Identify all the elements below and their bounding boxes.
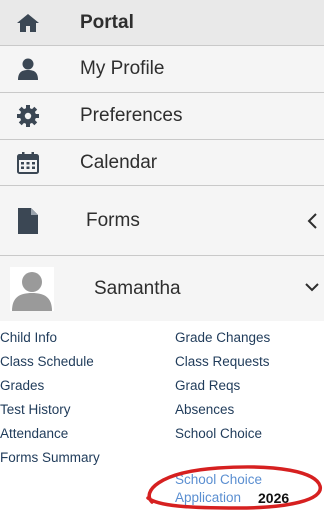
link-grad-reqs[interactable]: Grad Reqs (175, 378, 240, 394)
nav-item-student-samantha[interactable]: Samantha (0, 256, 324, 321)
link-forms-summary[interactable]: Forms Summary (0, 450, 100, 466)
link-school-choice[interactable]: School Choice (175, 426, 262, 442)
avatar-icon (10, 266, 54, 311)
chevron-left-icon[interactable] (306, 212, 320, 230)
student-links-panel: Child Info Class Schedule Grades Test Hi… (0, 321, 324, 510)
link-grades[interactable]: Grades (0, 378, 44, 394)
nav-item-preferences[interactable]: Preferences (0, 93, 324, 140)
link-attendance[interactable]: Attendance (0, 426, 68, 442)
user-icon (14, 55, 42, 83)
link-class-schedule[interactable]: Class Schedule (0, 354, 94, 370)
application-year-label: 2026 (258, 490, 290, 506)
link-absences[interactable]: Absences (175, 402, 234, 418)
calendar-icon (14, 149, 42, 177)
link-class-requests[interactable]: Class Requests (175, 354, 270, 370)
nav-item-forms[interactable]: Forms (0, 186, 324, 256)
nav-label: Forms (86, 209, 140, 231)
link-school-choice-application-line1[interactable]: School Choice (175, 472, 262, 488)
chevron-down-icon[interactable] (304, 280, 320, 298)
link-grade-changes[interactable]: Grade Changes (175, 330, 270, 346)
nav-label: Samantha (94, 277, 181, 299)
file-icon (14, 207, 42, 235)
nav-item-portal[interactable]: Portal (0, 0, 324, 46)
link-school-choice-application-line2[interactable]: Application (175, 490, 241, 506)
gear-icon (14, 102, 42, 130)
link-child-info[interactable]: Child Info (0, 330, 57, 346)
nav-item-calendar[interactable]: Calendar (0, 140, 324, 186)
nav-label: My Profile (80, 58, 165, 79)
nav-label: Portal (80, 11, 134, 33)
home-icon (14, 9, 42, 37)
nav-label: Preferences (80, 105, 183, 126)
link-test-history[interactable]: Test History (0, 402, 71, 418)
nav-item-my-profile[interactable]: My Profile (0, 46, 324, 93)
nav-label: Calendar (80, 151, 158, 173)
